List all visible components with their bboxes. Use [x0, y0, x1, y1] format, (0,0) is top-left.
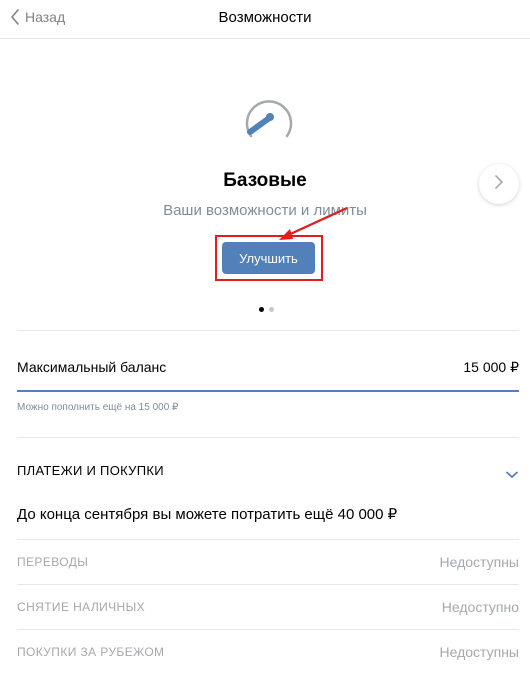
divider — [17, 437, 519, 438]
upgrade-button[interactable]: Улучшить — [222, 242, 315, 274]
limit-row-foreign-purchases: ПОКУПКИ ЗА РУБЕЖОМ Недоступны — [17, 630, 519, 675]
spending-limit-text: До конца сентября вы можете потратить ещ… — [17, 506, 398, 523]
carousel-dot[interactable] — [269, 307, 274, 312]
speedometer-icon — [244, 100, 294, 145]
limit-name: СНЯТИЕ НАЛИЧНЫХ — [17, 600, 146, 614]
balance-hint: Можно пополнить ещё на 15 000 ₽ — [17, 402, 179, 413]
level-title: Базовые — [223, 170, 307, 191]
next-slide-button[interactable] — [479, 164, 519, 204]
limit-status: Недоступны — [439, 644, 520, 660]
limit-name: ПЕРЕВОДЫ — [17, 555, 89, 569]
limit-status: Недоступны — [439, 554, 520, 570]
max-balance-row: Максимальный баланс 15 000 ₽ — [17, 350, 519, 392]
level-subtitle: Ваши возможности и лимиты — [163, 202, 367, 219]
limit-row-cash-withdrawal: СНЯТИЕ НАЛИЧНЫХ Недоступно — [17, 585, 519, 630]
chevron-down-icon — [506, 466, 518, 484]
limit-status: Недоступно — [441, 599, 519, 615]
carousel-dot-active[interactable] — [259, 307, 264, 312]
divider — [17, 330, 519, 331]
limit-name: ПОКУПКИ ЗА РУБЕЖОМ — [17, 645, 165, 659]
limit-row-transfers: ПЕРЕВОДЫ Недоступны — [17, 540, 519, 585]
payments-section-toggle[interactable]: ПЛАТЕЖИ И ПОКУПКИ — [17, 463, 519, 483]
header-bar: Назад Возможности — [0, 0, 530, 39]
max-balance-value: 15 000 ₽ — [463, 359, 519, 375]
page-title: Возможности — [218, 9, 312, 26]
carousel-pagination — [259, 307, 274, 312]
max-balance-label: Максимальный баланс — [17, 359, 167, 375]
chevron-right-icon — [494, 174, 504, 194]
section-title: ПЛАТЕЖИ И ПОКУПКИ — [17, 463, 164, 478]
annotation-arrow — [279, 207, 348, 240]
